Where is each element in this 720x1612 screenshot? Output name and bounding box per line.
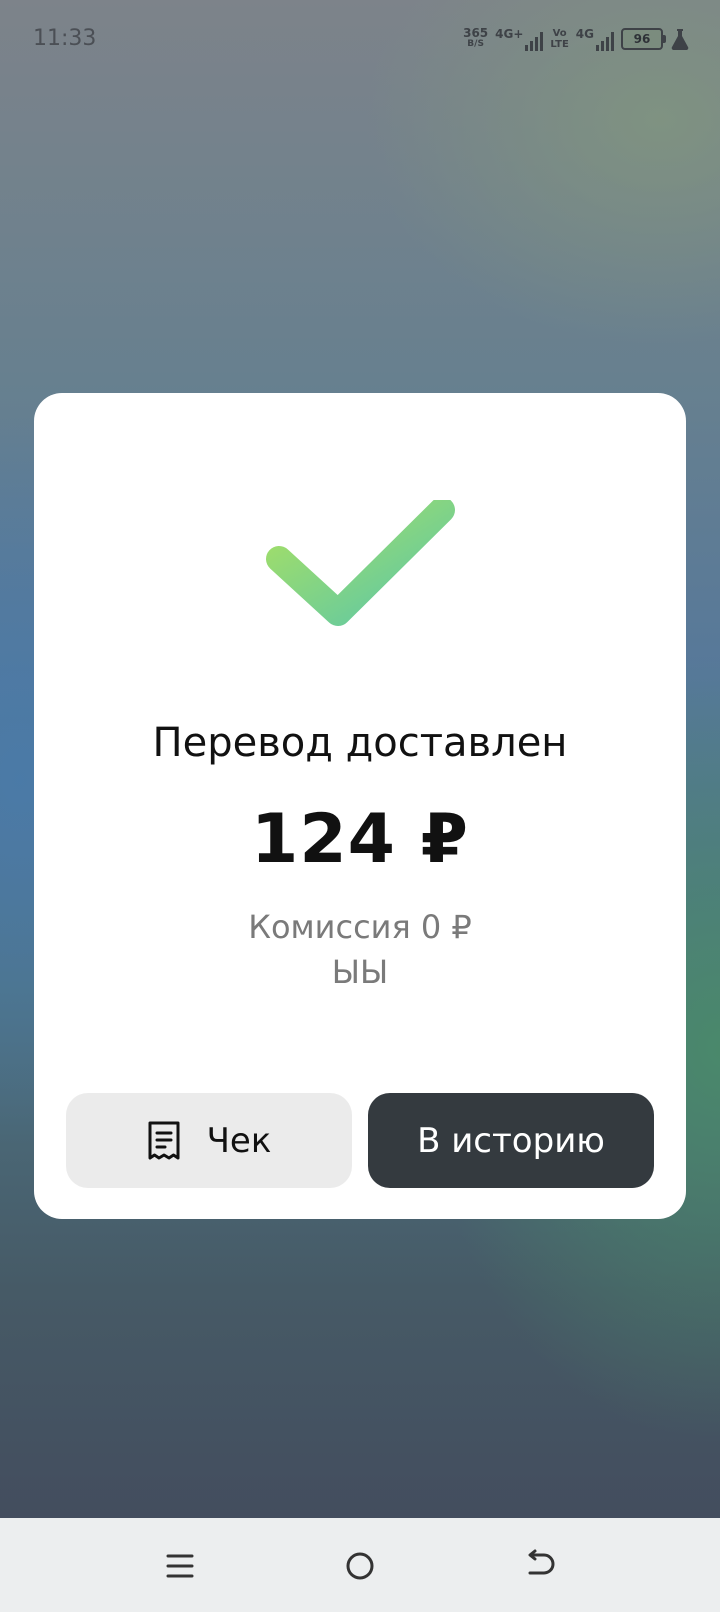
flask-icon <box>671 29 689 50</box>
system-navigation-bar <box>0 1518 720 1612</box>
volte-bottom: LTE <box>550 39 569 50</box>
history-button-label: В историю <box>417 1120 605 1161</box>
network-speed-unit: B/S <box>467 39 484 49</box>
network-speed-value: 365 <box>463 26 489 40</box>
receipt-button-label: Чек <box>206 1120 272 1161</box>
network-type-label: 4G+ <box>495 27 524 41</box>
menu-icon[interactable] <box>160 1548 200 1584</box>
receipt-icon <box>148 1121 180 1159</box>
transfer-extra-text: ЫЫ <box>331 953 389 991</box>
network-type-label-2: 4G <box>575 27 594 41</box>
volte-indicator: Vo LTE <box>550 28 568 50</box>
battery-level: 96 <box>633 32 651 46</box>
network-speed: 365 B/S <box>463 26 489 50</box>
transfer-status-title: Перевод доставлен <box>152 720 568 766</box>
commission-text: Комиссия 0 ₽ <box>248 908 472 946</box>
receipt-button[interactable]: Чек <box>66 1093 352 1188</box>
transfer-amount: 124 ₽ <box>251 800 469 879</box>
signal-bars-icon <box>525 31 544 51</box>
status-time: 11:33 <box>33 26 97 51</box>
signal-bars-icon <box>596 31 614 51</box>
volte-top: Vo <box>552 28 567 39</box>
network-indicator-1: 4G+ <box>495 27 544 51</box>
history-button[interactable]: В историю <box>368 1093 654 1188</box>
status-bar: 11:33 365 B/S 4G+ Vo LTE 4G 96 <box>0 0 720 80</box>
back-arrow-icon[interactable] <box>520 1548 560 1584</box>
home-circle-icon[interactable] <box>340 1548 380 1584</box>
network-indicator-2: 4G <box>576 27 614 51</box>
checkmark-icon <box>266 500 455 626</box>
status-indicators: 365 B/S 4G+ Vo LTE 4G 96 <box>463 24 690 54</box>
battery-icon: 96 <box>621 28 666 50</box>
